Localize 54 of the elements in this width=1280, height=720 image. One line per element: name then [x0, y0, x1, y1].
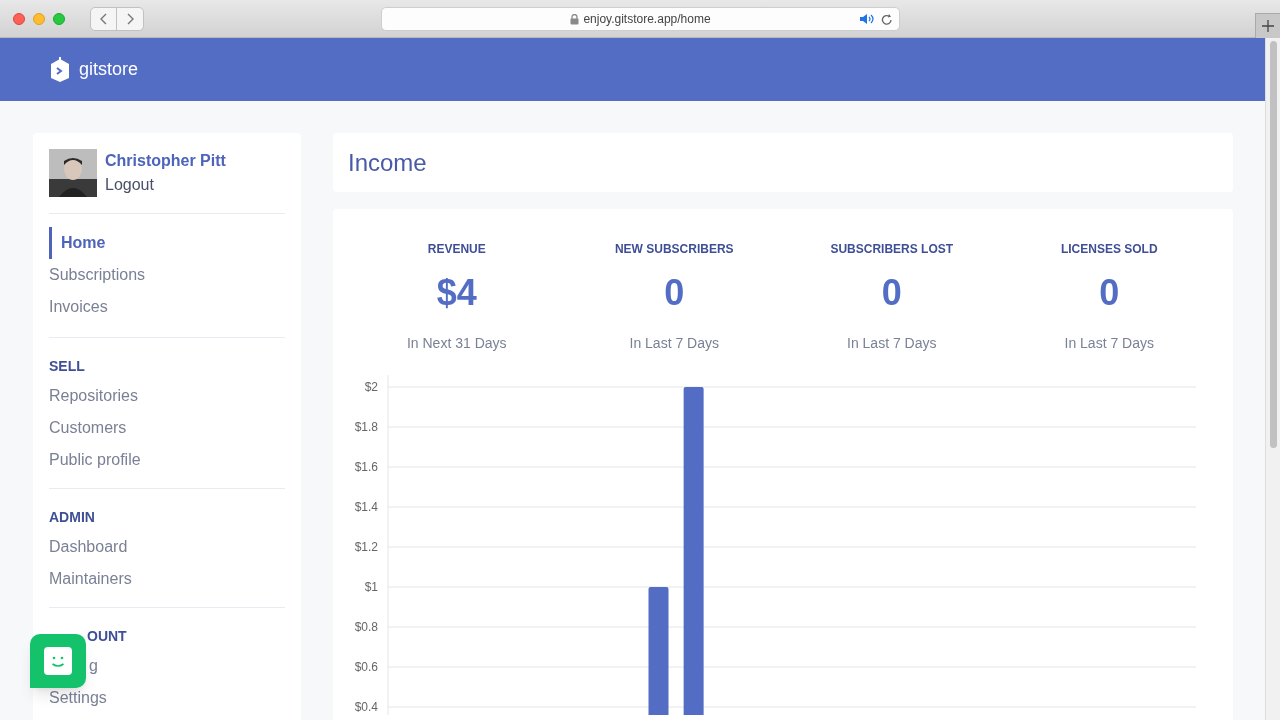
nav-link[interactable]: g	[89, 656, 98, 676]
stat-label: LICENSES SOLD	[1060, 241, 1158, 257]
close-window-button[interactable]	[13, 12, 25, 25]
chevron-right-icon	[126, 12, 134, 25]
stat-label: SUBSCRIBERS LOST	[830, 241, 954, 257]
nav-link[interactable]: Repositories	[49, 386, 138, 406]
nav-link[interactable]: Home	[49, 227, 106, 259]
plus-icon	[1262, 20, 1274, 32]
stat-label: REVENUE	[427, 241, 486, 257]
logo-icon	[49, 56, 71, 83]
brand-name[interactable]: gitstore	[79, 56, 139, 83]
y-axis-label: $0.4	[354, 700, 378, 714]
stat-label: NEW SUBSCRIBERS	[614, 241, 734, 257]
stat-caption: In Next 31 Days	[406, 334, 507, 353]
scrollbar[interactable]	[1265, 38, 1280, 720]
nav-link[interactable]: Public profile	[49, 450, 141, 470]
nav-link[interactable]: Invoices	[49, 291, 108, 323]
stat-value: 0	[881, 271, 902, 315]
address-bar[interactable]: enjoy.gitstore.app/home	[381, 7, 900, 31]
stat-value: 0	[664, 271, 685, 315]
section-heading: OUNT	[87, 627, 127, 646]
page-title: Income	[348, 147, 427, 178]
minimize-window-button[interactable]	[33, 12, 45, 25]
y-axis-label: $1	[364, 580, 378, 594]
y-axis-label: $0.6	[354, 660, 378, 674]
speaker-icon[interactable]	[859, 13, 875, 25]
new-tab-button[interactable]	[1255, 13, 1280, 38]
y-axis-label: $2	[364, 380, 378, 394]
nav-link[interactable]: Dashboard	[49, 537, 128, 557]
y-axis-label: $1.4	[354, 500, 378, 514]
y-axis-label: $1.2	[354, 540, 378, 554]
nav-link[interactable]: Subscriptions	[49, 259, 146, 291]
y-axis-label: $1.8	[354, 420, 378, 434]
stat-value: $4	[436, 271, 477, 315]
logout-link[interactable]: Logout	[105, 173, 226, 197]
stat-caption: In Last 7 Days	[1064, 334, 1154, 353]
nav-link[interactable]: Settings	[49, 688, 107, 708]
section-heading: ADMIN	[49, 508, 95, 527]
user-name[interactable]: Christopher Pitt	[105, 149, 226, 173]
nav-link[interactable]: Maintainers	[49, 569, 132, 589]
stat-value: 0	[1099, 271, 1120, 315]
section-heading: SELL	[49, 357, 85, 376]
zoom-window-button[interactable]	[53, 12, 65, 25]
nav-link[interactable]: Customers	[49, 418, 127, 438]
y-axis-label: $0.8	[354, 620, 378, 634]
chat-widget-button[interactable]	[30, 634, 86, 688]
chevron-left-icon	[99, 12, 108, 25]
y-axis-label: $1.6	[354, 460, 378, 474]
smiley-icon	[44, 647, 72, 675]
url-text: enjoy.gitstore.app/home	[583, 11, 711, 28]
stat-caption: In Last 7 Days	[629, 334, 719, 353]
lock-icon	[570, 13, 580, 25]
stat-caption: In Last 7 Days	[847, 334, 937, 353]
reload-icon[interactable]	[881, 13, 893, 26]
